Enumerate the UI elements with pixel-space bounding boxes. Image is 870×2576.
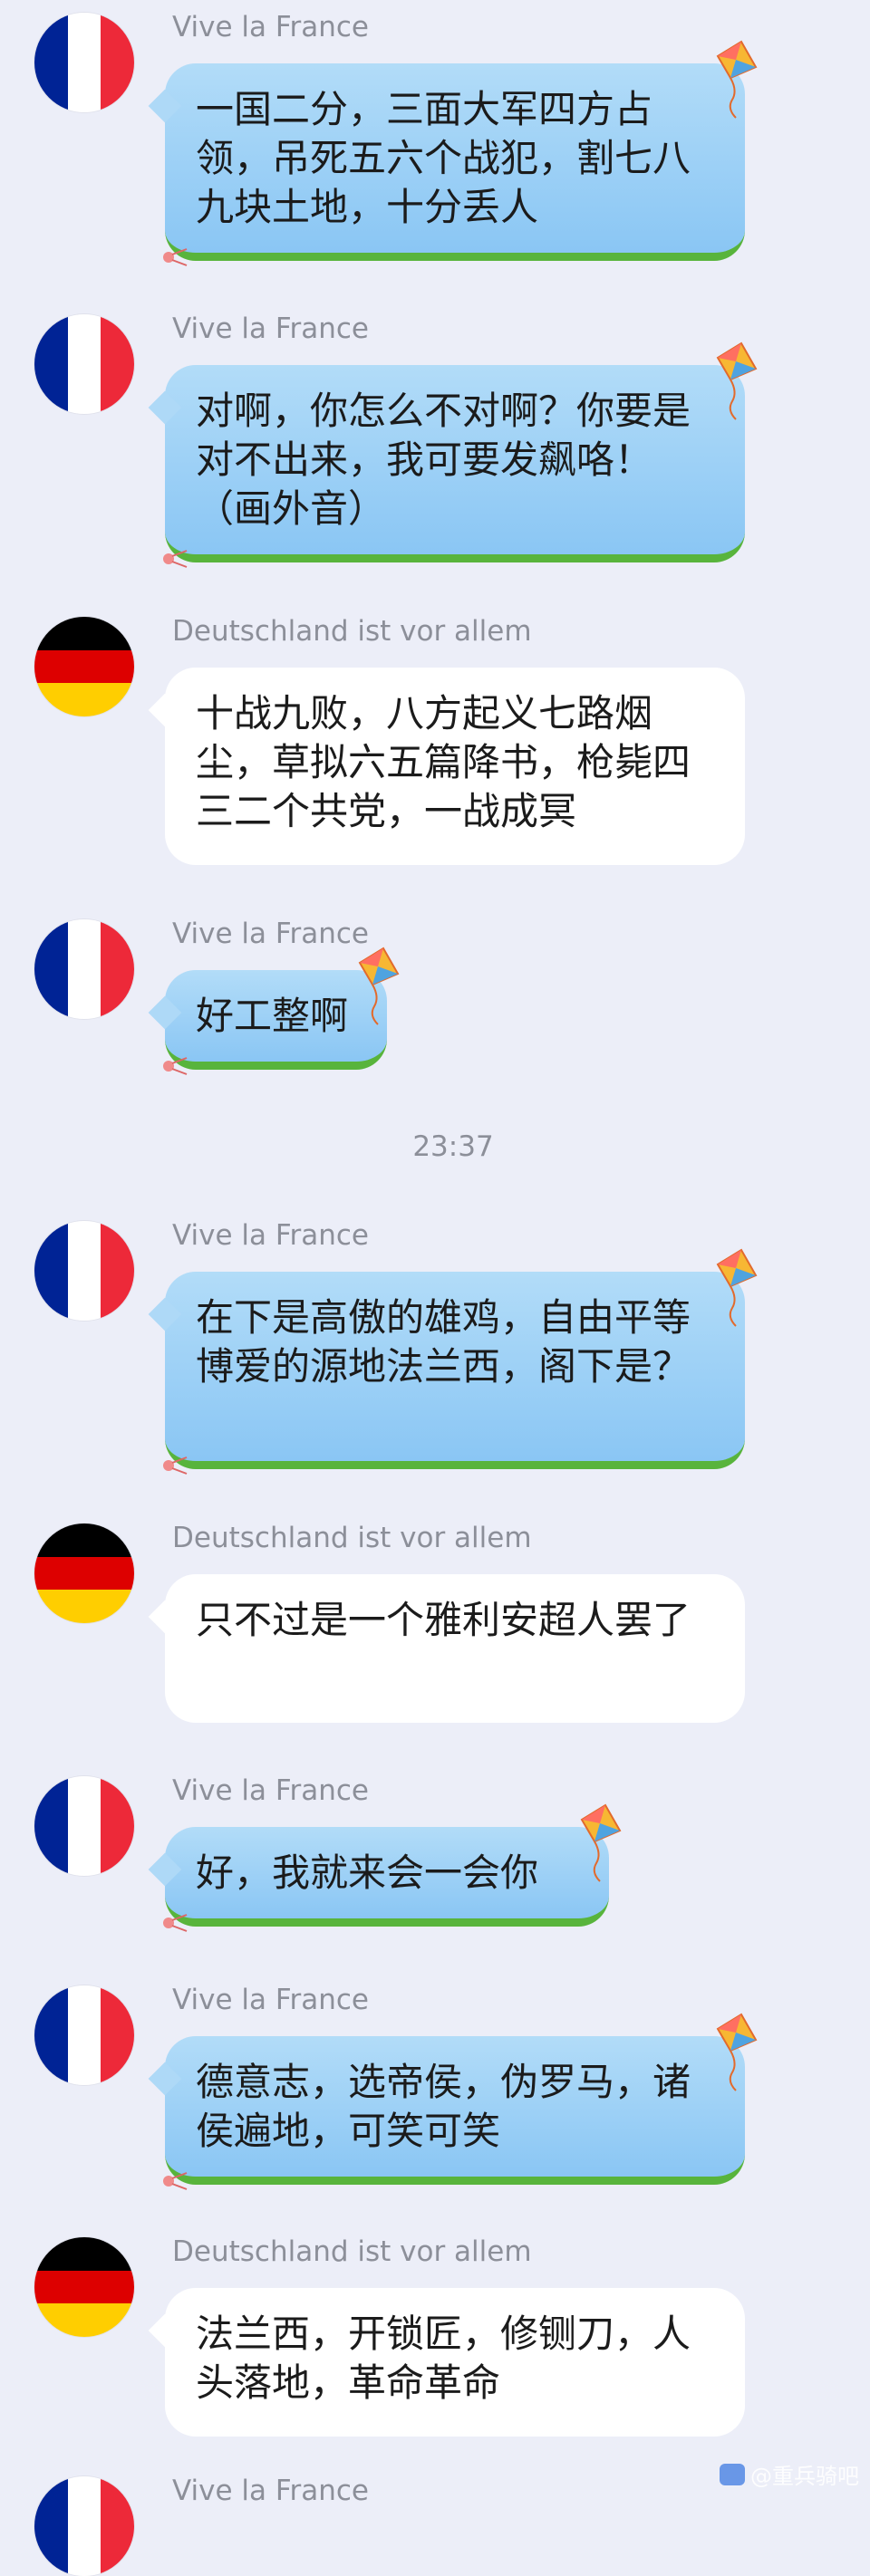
tieba-logo-icon — [720, 2463, 745, 2485]
message-bubble[interactable]: 好工整啊 — [163, 947, 400, 1075]
sender-name: Deutschland ist vor allem — [172, 615, 532, 648]
bubble-deco-icon — [163, 1914, 188, 1932]
kite-icon — [716, 2013, 758, 2091]
message-bubble[interactable]: 德意志，选帝侯，伪罗马，诸侯遍地，可笑可笑 — [163, 2013, 758, 2190]
sender-name: Vive la France — [172, 11, 369, 43]
message-text: 好，我就来会一会你 — [196, 1850, 539, 1895]
bubble-deco-icon — [163, 1456, 188, 1475]
germany-flag-avatar[interactable] — [34, 1523, 134, 1623]
message-text: 法兰西，开锁匠，修铡刀，人头落地，革命革命 — [196, 2312, 691, 2405]
message-text: 一国二分，三面大军四方占领，吊死五六个战犯，割七八九块土地，十分丢人 — [196, 87, 691, 229]
message-text: 十战九败，八方起义七路烟尘，草拟六五篇降书，枪毙四三二个共党，一战成冥 — [196, 691, 691, 833]
message-text: 好工整啊 — [196, 994, 349, 1038]
chat-area[interactable]: Vive la France 一国二分，三面大军四方占领，吊死五六个战犯，割七八… — [0, 0, 870, 2576]
france-flag-avatar[interactable] — [34, 919, 134, 1019]
message-bubble[interactable]: 只不过是一个雅利安超人罢了 — [165, 1574, 745, 1723]
sender-name: Deutschland ist vor allem — [172, 2235, 532, 2268]
bubble-deco-icon — [163, 2172, 188, 2190]
sender-name: Vive la France — [172, 312, 369, 345]
kite-icon — [716, 341, 758, 420]
france-flag-avatar[interactable] — [34, 13, 134, 112]
message-bubble[interactable]: 法兰西，开锁匠，修铡刀，人头落地，革命革命 — [165, 2288, 745, 2437]
france-flag-avatar[interactable] — [34, 1776, 134, 1876]
sender-name: Vive la France — [172, 1219, 369, 1252]
message-text: 对啊，你怎么不对啊？你要是对不出来，我可要发飙咯！（画外音） — [196, 389, 691, 531]
bubble-deco-icon — [163, 1057, 188, 1075]
timestamp: 23:37 — [412, 1130, 494, 1163]
kite-icon — [716, 1248, 758, 1327]
france-flag-avatar[interactable] — [34, 1985, 134, 2085]
sender-name: Vive la France — [172, 1984, 369, 2016]
message-text: 只不过是一个雅利安超人罢了 — [196, 1598, 691, 1642]
sender-name: Vive la France — [172, 918, 369, 950]
kite-icon — [716, 40, 758, 119]
message-text: 在下是高傲的雄鸡，自由平等博爱的源地法兰西，阁下是？ — [196, 1295, 691, 1389]
kite-icon — [580, 1803, 622, 1882]
bubble-deco-icon — [163, 248, 188, 266]
france-flag-avatar[interactable] — [34, 1221, 134, 1321]
germany-flag-avatar[interactable] — [34, 2237, 134, 2337]
france-flag-avatar[interactable] — [34, 314, 134, 414]
message-bubble[interactable]: 一国二分，三面大军四方占领，吊死五六个战犯，割七八九块土地，十分丢人 — [163, 40, 758, 266]
germany-flag-avatar[interactable] — [34, 617, 134, 716]
message-bubble[interactable]: 在下是高傲的雄鸡，自由平等博爱的源地法兰西，阁下是？ — [163, 1248, 758, 1475]
sender-name: Vive la France — [172, 2475, 369, 2507]
sender-name: Deutschland ist vor allem — [172, 1522, 532, 1554]
message-bubble[interactable]: 好，我就来会一会你 — [163, 1803, 622, 1932]
france-flag-avatar[interactable] — [34, 2476, 134, 2576]
message-bubble[interactable]: 十战九败，八方起义七路烟尘，草拟六五篇降书，枪毙四三二个共党，一战成冥 — [165, 668, 745, 865]
watermark: @重兵骑吧 — [720, 2458, 859, 2490]
watermark-text: @重兵骑吧 — [750, 2464, 859, 2489]
kite-icon — [358, 947, 400, 1025]
bubble-deco-icon — [163, 550, 188, 568]
message-text: 德意志，选帝侯，伪罗马，诸侯遍地，可笑可笑 — [196, 2060, 691, 2153]
message-bubble[interactable]: 对啊，你怎么不对啊？你要是对不出来，我可要发飙咯！（画外音） — [163, 341, 758, 568]
sender-name: Vive la France — [172, 1774, 369, 1807]
